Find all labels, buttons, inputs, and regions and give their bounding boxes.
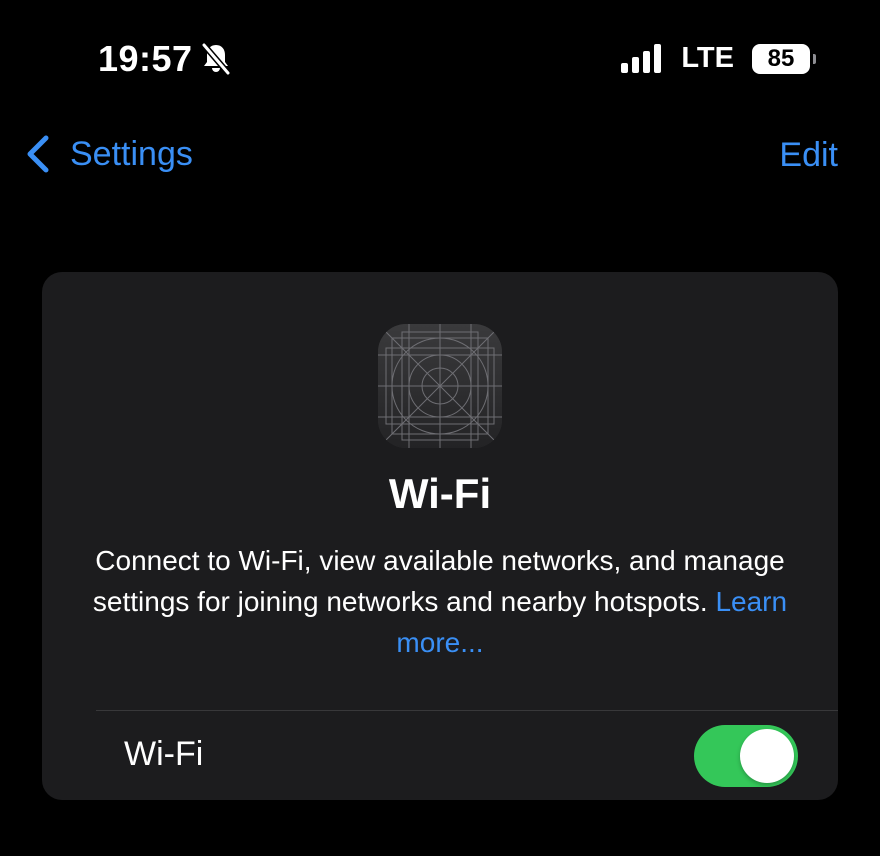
- status-bar: 19:57 LTE 85: [0, 0, 880, 120]
- bell-slash-icon: [199, 41, 233, 77]
- wifi-toggle[interactable]: [694, 725, 798, 787]
- network-type: LTE: [681, 42, 734, 74]
- wifi-card: Wi-Fi Connect to Wi-Fi, view available n…: [42, 272, 838, 800]
- edit-button[interactable]: Edit: [779, 136, 838, 175]
- chevron-left-icon: [24, 134, 52, 174]
- back-label: Settings: [70, 134, 193, 173]
- status-right-group: LTE 85: [621, 42, 816, 75]
- wifi-row-label: Wi-Fi: [124, 735, 204, 773]
- battery-level: 85: [767, 44, 795, 72]
- battery-icon: 85: [752, 43, 816, 74]
- status-time-group: 19:57: [98, 38, 233, 80]
- description-text: Connect to Wi-Fi, view available network…: [92, 545, 785, 617]
- status-time: 19:57: [98, 38, 193, 79]
- app-placeholder-icon: [378, 324, 502, 448]
- card-description: Connect to Wi-Fi, view available network…: [82, 540, 798, 663]
- battery-cap: [813, 53, 816, 64]
- back-button[interactable]: Settings: [24, 134, 193, 174]
- wifi-toggle-row: Wi-Fi: [42, 711, 838, 800]
- toggle-knob: [740, 729, 794, 783]
- card-title: Wi-Fi: [388, 470, 492, 517]
- cellular-signal-icon: [621, 43, 665, 75]
